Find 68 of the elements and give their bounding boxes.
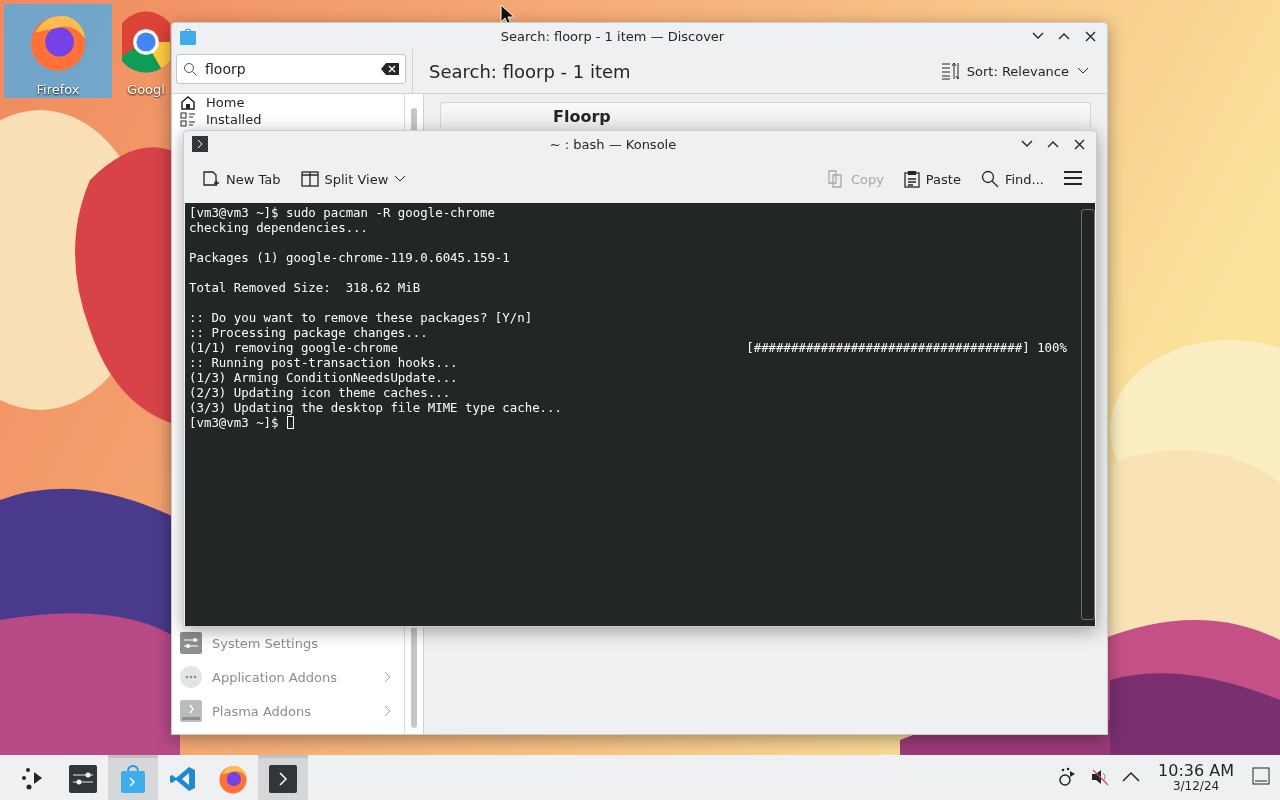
code-editor-icon	[169, 765, 197, 793]
chevron-right-icon	[384, 705, 392, 717]
scrollbar-thumb[interactable]	[411, 628, 417, 728]
search-icon	[980, 170, 999, 188]
taskbar-button[interactable]	[258, 755, 308, 800]
chevron-right-icon	[384, 671, 392, 683]
app-name: Floorp	[553, 107, 611, 126]
split-view-icon	[300, 170, 319, 188]
list-icon	[180, 112, 196, 127]
terminal-line: checking dependencies...	[189, 220, 369, 235]
text-cursor	[286, 416, 294, 429]
settings-icon	[180, 632, 202, 654]
home-icon	[180, 95, 196, 110]
terminal-line: :: Processing package changes...	[189, 325, 428, 340]
search-field[interactable]: floorp	[176, 54, 406, 84]
terminal-line: :: Do you want to remove these packages? [Y/n]	[189, 310, 533, 325]
terminal-line: [vm3@vm3 ~]$ sudo pacman -R google-chrome	[189, 205, 495, 220]
progress-text: [####################################] 100%	[746, 340, 1067, 355]
toolbar-button[interactable]: Paste	[899, 166, 965, 192]
search-icon	[183, 62, 197, 76]
scrollbar-thumb[interactable]	[411, 108, 417, 130]
desktop-icon-label: Firefox	[36, 82, 80, 97]
terminal-line: (2/3) Updating icon theme caches...	[189, 385, 451, 400]
muted-speaker-icon	[1090, 767, 1111, 788]
chevron-down-icon	[1021, 140, 1033, 148]
terminal-icon	[192, 136, 208, 152]
sidebar-item[interactable]: Application Addons	[172, 660, 404, 694]
copy-icon	[826, 169, 845, 189]
chevron-up-icon	[1122, 771, 1141, 784]
terminal-line: :: Running post-transaction hooks...	[189, 355, 458, 370]
chevron-down-icon	[394, 175, 407, 183]
result-card[interactable]: Floorp	[440, 102, 1091, 128]
sidebar-item[interactable]: Installed	[172, 111, 404, 128]
chevron-up-icon	[1047, 140, 1059, 148]
terminal-prompt: [vm3@vm3 ~]$	[189, 415, 279, 430]
close-icon	[1084, 30, 1096, 42]
terminal-icon	[269, 765, 297, 793]
toolbar-button[interactable]: Split View	[296, 166, 411, 192]
sort-icon	[940, 62, 959, 80]
clipboard-icon	[903, 170, 920, 188]
settings-icon	[69, 765, 97, 793]
terminal-line: (3/3) Updating the desktop file MIME type cache...	[189, 400, 562, 415]
more-icon	[180, 666, 202, 688]
show-desktop-button[interactable]	[1252, 767, 1270, 788]
clear-icon	[381, 63, 399, 75]
terminal-line: (1/1) removing google-chrome	[189, 340, 398, 355]
terminal-line: Packages (1) google-chrome-119.0.6045.159-1	[189, 250, 510, 265]
chevron-up-icon	[1058, 32, 1070, 40]
toolbar-button[interactable]: Find...	[976, 166, 1048, 192]
chevron-down-icon	[1032, 32, 1044, 40]
window-title: ~ : bash — Konsole	[548, 136, 678, 152]
window-title: Search: floorp - 1 item — Discover	[499, 28, 726, 44]
chevron-down-icon	[1077, 67, 1089, 75]
clock[interactable]: 10:36 AM 3/12/24	[1158, 762, 1234, 793]
desktop-icon-label: Googl	[127, 82, 165, 97]
plasma-icon	[180, 700, 202, 722]
page-heading: Search: floorp - 1 item	[429, 60, 632, 82]
terminal-line: Total Removed Size: 318.62 MiB	[189, 280, 421, 295]
shopping-bag-icon	[119, 764, 147, 794]
sort-button[interactable]: Sort: Relevance	[940, 62, 1089, 80]
sidebar-item[interactable]: Home	[172, 94, 404, 111]
firefox-icon	[217, 763, 249, 795]
shopping-bag-icon	[180, 27, 196, 45]
toolbar-button[interactable]: New Tab	[198, 165, 285, 193]
close-icon	[1073, 138, 1085, 150]
terminal-line: (1/3) Arming ConditionNeedsUpdate...	[189, 370, 458, 385]
chrome-icon	[122, 10, 170, 74]
new-tab-icon	[202, 169, 220, 189]
